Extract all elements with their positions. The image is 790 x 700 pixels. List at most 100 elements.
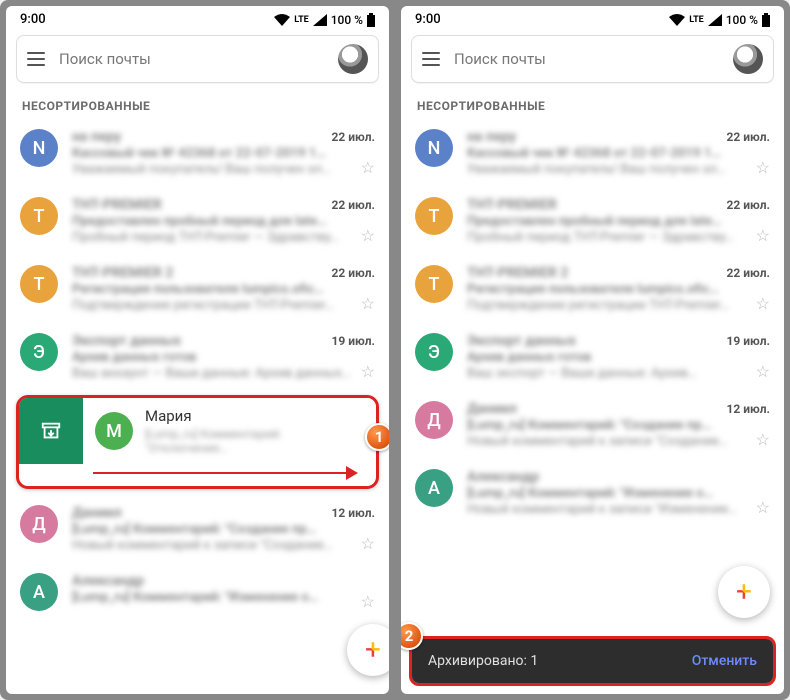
email-date: 22 июл. <box>727 198 771 212</box>
email-row[interactable]: ЭЭкспорт данных19 июл.Архив данных готов… <box>6 323 389 391</box>
search-bar[interactable]: Поиск почты <box>16 35 379 83</box>
email-sender: Александр <box>72 573 144 589</box>
email-sender: ТНТ-PREMIER 2 <box>72 265 173 281</box>
email-row[interactable]: TТНТ-PREMIER22 июл.Предоставлен пробный … <box>401 187 784 255</box>
email-row[interactable]: Nна перу22 июл.Кассовый чек № 42368 от 2… <box>6 119 389 187</box>
star-icon[interactable]: ☆ <box>756 362 770 381</box>
email-sender: Экспорт данных <box>72 333 181 349</box>
section-header: НЕСОРТИРОВАННЫЕ <box>6 89 389 119</box>
phone-right: 9:00 LTE 100 % Поиск почты НЕСОРТИРОВАНН… <box>401 6 784 694</box>
email-date: 19 июл. <box>727 334 771 348</box>
star-icon[interactable]: ☆ <box>756 226 770 245</box>
compose-fab[interactable]: + <box>347 624 389 676</box>
email-subject: Регистрация пользователя lumpics.ofic… <box>467 282 770 297</box>
star-icon[interactable]: ☆ <box>361 294 375 313</box>
plus-icon: + <box>365 636 381 664</box>
email-sender: ТНТ-PREMIER 2 <box>467 265 568 281</box>
status-bar: 9:00 LTE 100 % <box>401 6 784 29</box>
battery-pct: 100 % <box>726 13 758 27</box>
swipe-arrow <box>19 464 376 486</box>
email-subject: Архив данных готов <box>467 350 770 365</box>
email-subject: Предоставлен пробный период для late… <box>467 214 770 229</box>
email-row[interactable]: Э Экспорт данных 19 июл. Архив данных готов… <box>401 323 784 391</box>
email-date: 22 июл. <box>332 130 376 144</box>
email-sender: Александр <box>467 469 539 485</box>
star-icon[interactable]: ☆ <box>756 294 770 313</box>
email-row[interactable]: Nна перу22 июл.Кассовый чек № 42368 от 2… <box>401 119 784 187</box>
email-list[interactable]: ДДаниил12 июл.[Lump_ru] Комментарий: "Со… <box>6 495 389 621</box>
email-date: 22 июл. <box>332 266 376 280</box>
archive-reveal <box>19 398 83 464</box>
star-icon[interactable]: ☆ <box>361 226 375 245</box>
compose-fab[interactable]: + <box>718 566 770 618</box>
email-subject: Кассовый чек № 42368 от 22-07-2019 1… <box>72 146 375 161</box>
star-icon[interactable]: ☆ <box>756 158 770 177</box>
email-row[interactable]: TТНТ-PREMIER 222 июл.Регистрация пользов… <box>6 255 389 323</box>
star-icon[interactable]: ☆ <box>756 498 770 517</box>
email-subject: [Lump_ru] Комментарий: "Изменение о… <box>467 486 770 501</box>
search-placeholder: Поиск почты <box>59 50 324 68</box>
menu-icon[interactable] <box>27 52 45 66</box>
signal-icon <box>313 14 327 26</box>
status-time: 9:00 <box>415 12 441 27</box>
email-subject: Архив данных готов <box>72 350 375 365</box>
email-row[interactable]: T ТНТ-PREMIER 2 22 июл. Регистрация пользов… <box>401 255 784 323</box>
email-list[interactable]: Nна перу22 июл.Кассовый чек № 42368 от 2… <box>6 119 389 391</box>
email-snippet: Новый комментарий к записи "Создание… <box>467 434 770 449</box>
star-icon[interactable]: ☆ <box>361 158 375 177</box>
menu-icon[interactable] <box>422 52 440 66</box>
snackbar-callout: Архивировано: 1 Отменить <box>409 636 776 686</box>
star-icon[interactable]: ☆ <box>756 430 770 449</box>
battery-icon <box>367 13 375 27</box>
email-row-swiped[interactable]: М Мария [Lump_ru] Комментарий: "Отключен… <box>83 398 376 464</box>
search-placeholder: Поиск почты <box>454 50 719 68</box>
email-list[interactable]: Nна перу22 июл.Кассовый чек № 42368 от 2… <box>401 119 784 527</box>
snackbar-undo[interactable]: Отменить <box>692 653 757 669</box>
avatar: Э <box>415 333 453 371</box>
email-row[interactable]: ДДаниил12 июл.[Lump_ru] Комментарий: "Со… <box>6 495 389 563</box>
avatar: М <box>95 412 133 450</box>
avatar: T <box>20 197 58 235</box>
avatar: T <box>415 265 453 303</box>
email-sender: Экспорт данных <box>467 333 576 349</box>
star-icon[interactable]: ☆ <box>361 534 375 553</box>
search-bar[interactable]: Поиск почты <box>411 35 774 83</box>
email-sender: Даниил <box>72 505 122 521</box>
email-snippet: Пробный период ТНТ-Premier — Здравству… <box>467 230 770 245</box>
email-row[interactable]: А Александр[Lump_ru] Комментарий: "Измене… <box>401 459 784 527</box>
email-row[interactable]: ДДаниил12 июл.[Lump_ru] Комментарий: "Со… <box>401 391 784 459</box>
email-snippet: Подтверждение регистрации ТНТ-Premier… <box>467 298 770 313</box>
avatar: А <box>20 573 58 611</box>
email-date: 22 июл. <box>727 266 771 280</box>
email-date: 22 июл. <box>727 130 771 144</box>
battery-icon <box>762 13 770 27</box>
signal-icon <box>708 14 722 26</box>
archive-icon <box>40 420 62 442</box>
battery-pct: 100 % <box>331 13 363 27</box>
email-subject: Кассовый чек № 42368 от 22-07-2019 1… <box>467 146 770 161</box>
email-snippet: Ваш аккаунт — Ваши данные: Архив данных… <box>72 366 375 381</box>
wifi-icon <box>274 14 290 26</box>
avatar: А <box>415 469 453 507</box>
email-sender: на перу <box>467 129 516 145</box>
account-avatar[interactable] <box>733 44 763 74</box>
email-snippet: Новый комментарий к записи "Изменение… <box>467 502 770 517</box>
email-snippet: Уважаемый покупатель! Ваш получен эл… <box>72 162 375 177</box>
snackbar-text: Архивировано: 1 <box>428 653 538 669</box>
email-sender: Даниил <box>467 401 517 417</box>
email-subject: Предоставлен пробный период для late… <box>72 214 375 229</box>
email-row[interactable]: TТНТ-PREMIER22 июл.Предоставлен пробный … <box>6 187 389 255</box>
star-icon[interactable]: ☆ <box>361 592 375 611</box>
status-time: 9:00 <box>20 12 46 27</box>
phone-left: 9:00 LTE 100 % Поиск почты НЕСОРТИРОВАНН… <box>6 6 389 694</box>
email-snippet: Подтверждение регистрации ТНТ-Premier… <box>72 298 375 313</box>
avatar: Д <box>20 505 58 543</box>
email-snippet: Пробный период ТНТ-Premier — Здравству… <box>72 230 375 245</box>
email-subject: [Lump_ru] Комментарий: "Создание пр… <box>72 522 375 537</box>
email-row[interactable]: ААлександр[Lump_ru] Комментарий: "Измене… <box>6 563 389 621</box>
star-icon[interactable]: ☆ <box>361 362 375 381</box>
account-avatar[interactable] <box>338 44 368 74</box>
email-date: 22 июл. <box>332 198 376 212</box>
network-label: LTE <box>689 15 704 25</box>
email-snippet: Новый комментарий к записи "Создание… <box>72 538 375 553</box>
